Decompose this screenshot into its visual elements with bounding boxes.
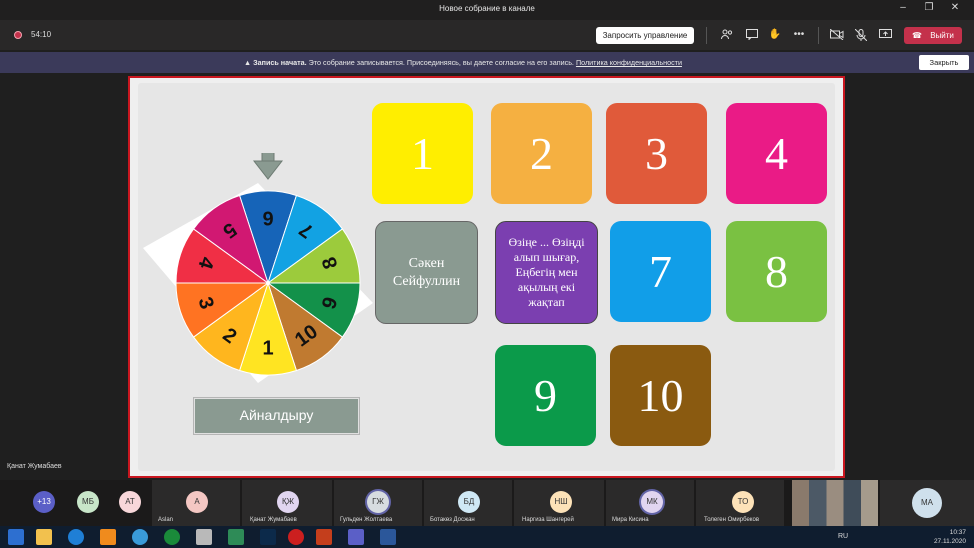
more-participants-badge[interactable]: +13 (33, 491, 55, 513)
restore-icon[interactable]: ❐ (918, 2, 940, 13)
warning-icon: ▲ (244, 58, 254, 67)
slide-tile-label: 7 (649, 246, 672, 297)
chrome-icon[interactable] (132, 529, 148, 545)
share-screen-icon[interactable] (878, 29, 892, 41)
recording-notification-bar: ▲ Запись начата. Это собрание записывает… (0, 52, 974, 73)
edge-icon[interactable] (68, 529, 84, 545)
privacy-policy-link[interactable]: Политика конфиденциальности (576, 58, 682, 67)
windows-taskbar: RU 10:37 27.11.2020 (0, 526, 974, 548)
clock-date: 27.11.2020 (933, 538, 966, 545)
participant-name: Ботакөз Досжан (430, 517, 475, 523)
participant-avatar[interactable]: ГЖ (367, 491, 389, 513)
participant-name: Aslan (158, 517, 174, 523)
whatsapp-icon[interactable] (164, 529, 180, 545)
spin-wheel[interactable]: 67891012345 (138, 140, 403, 413)
slide-tile-label: 2 (530, 128, 553, 179)
participant-name: Гульден Жолтаева (340, 517, 393, 523)
spin-wheel-area: 6 7 8 9 10 1 2 3 4 5 (138, 140, 403, 413)
slide-tile-label: 3 (645, 128, 668, 179)
raise-hand-icon[interactable]: ✋ (768, 29, 782, 41)
participant-name: Толеген Омирбеков (704, 517, 760, 523)
spin-button[interactable]: Айналдыру (194, 398, 359, 434)
camera-off-icon[interactable] (829, 28, 844, 41)
slide-tile-label: Өзіңе ... Өзіңді алып шығар, Еңбегің мен… (508, 235, 585, 309)
slide-tile[interactable]: 9 (495, 345, 596, 446)
pointer-arrow-icon (252, 140, 284, 180)
notification-message: Это собрание записывается. Присоединяясь… (306, 58, 576, 67)
slide-tile[interactable]: 3 (606, 103, 707, 204)
wheel-hub (266, 281, 270, 285)
slide-tile[interactable]: 4 (726, 103, 827, 204)
slide-tile[interactable]: 8 (726, 221, 827, 322)
participant-avatar[interactable]: МА (912, 488, 942, 518)
participant-avatar[interactable]: МБ (77, 491, 99, 513)
slide-tile-label: Сәкен Сейфуллин (392, 255, 461, 289)
leave-button-label: Выйти (930, 31, 954, 40)
slide-tile[interactable]: 2 (491, 103, 592, 204)
title-bar: Новое собрание в канале – ❐ ✕ (0, 0, 974, 20)
meeting-control-bar: 54:10 Запросить управление ✋ ••• ☎ Выйти (0, 20, 974, 50)
participants-icon[interactable] (720, 29, 734, 41)
participant-avatar[interactable]: АТ (119, 491, 141, 513)
slide-tile-label: 10 (637, 370, 684, 421)
more-options-icon[interactable]: ••• (792, 29, 806, 41)
yandex-icon[interactable] (288, 529, 304, 545)
mic-off-icon[interactable] (854, 28, 868, 42)
language-indicator[interactable]: RU (838, 533, 848, 540)
slide-tile[interactable]: Өзіңе ... Өзіңді алып шығар, Еңбегің мен… (495, 221, 598, 324)
slide-tile[interactable]: 10 (610, 345, 711, 446)
participant-avatar[interactable]: А (186, 491, 208, 513)
hang-up-icon: ☎ (912, 31, 922, 40)
steam-icon[interactable] (260, 529, 276, 545)
system-clock[interactable]: 10:37 27.11.2020 (934, 528, 966, 546)
teams-icon[interactable] (348, 529, 364, 545)
media-player-icon[interactable] (100, 529, 116, 545)
slide-tile[interactable]: 1 (372, 103, 473, 204)
recording-indicator-icon (14, 31, 22, 39)
slide-tile[interactable]: 7 (610, 221, 711, 322)
participant-avatar[interactable]: МК (641, 491, 663, 513)
calendar-icon[interactable] (228, 529, 244, 545)
participant-name: Мира Кисина (612, 517, 649, 523)
divider (818, 27, 819, 44)
wheel-number: 1 (262, 338, 273, 360)
presenter-name: Қанат Жумабаев (7, 463, 62, 470)
slide-tile-label: 8 (765, 246, 788, 297)
notification-title: Запись начата. (253, 58, 307, 67)
slide: 6 7 8 9 10 1 2 3 4 5 Айналдыру 1 2 3 4 Сәкен Сейфулли… (138, 83, 835, 471)
minimize-icon[interactable]: – (892, 2, 914, 13)
wheel-number: 6 (262, 206, 273, 228)
shared-screen: 6 7 8 9 10 1 2 3 4 5 Айналдыру 1 2 3 4 Сәкен Сейфулли… (128, 76, 845, 478)
participant-avatar[interactable]: БД (458, 491, 480, 513)
leave-button[interactable]: ☎ Выйти (904, 27, 962, 44)
meeting-timer: 54:10 (31, 30, 52, 39)
divider (706, 27, 707, 44)
participant-avatar[interactable]: ҚЖ (277, 491, 299, 513)
participant-name: Қанат Жумабаев (250, 517, 297, 523)
word-icon[interactable] (380, 529, 396, 545)
participants-strip: +13 МБ АТ А Aslan ҚЖ Қанат Жумабаев ГЖ Гульден Ж… (0, 480, 974, 526)
calculator-icon[interactable] (196, 529, 212, 545)
participant-name: Наргиза Шангерей (522, 517, 574, 523)
powerpoint-icon[interactable] (316, 529, 332, 545)
slide-tile-label: 1 (411, 128, 434, 179)
start-icon[interactable] (8, 529, 24, 545)
chat-icon[interactable] (745, 29, 759, 41)
request-control-button[interactable]: Запросить управление (596, 27, 694, 44)
close-notification-button[interactable]: Закрыть (919, 55, 969, 70)
close-icon[interactable]: ✕ (944, 2, 966, 13)
video-gallery-thumbnail[interactable] (792, 480, 878, 526)
clock-time: 10:37 (949, 529, 966, 536)
participant-avatar[interactable]: НШ (550, 491, 572, 513)
notification-text: ▲ Запись начата. Это собрание записывает… (244, 58, 682, 67)
slide-tile-label: 9 (534, 370, 557, 421)
slide-tile-label: 4 (765, 128, 788, 179)
window-title: Новое собрание в канале (439, 4, 535, 13)
file-explorer-icon[interactable] (36, 529, 52, 545)
slide-tile[interactable]: Сәкен Сейфуллин (375, 221, 478, 324)
participant-avatar[interactable]: ТО (732, 491, 754, 513)
